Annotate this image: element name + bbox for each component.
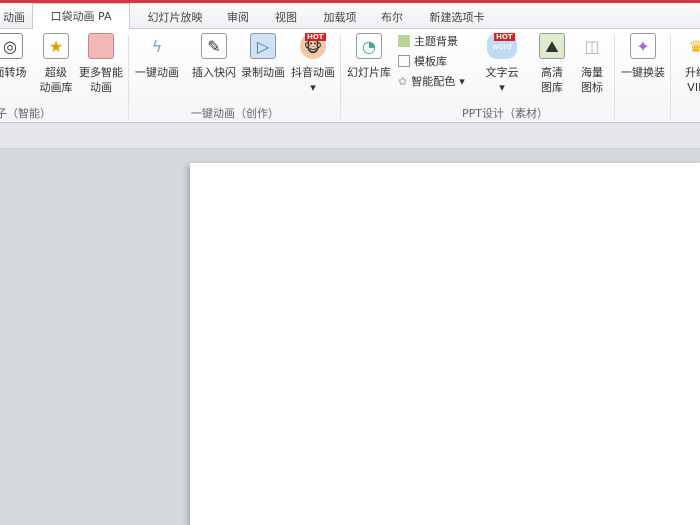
label: 抖音动画: [291, 66, 335, 79]
document-pen-icon: ✎: [201, 33, 227, 59]
ribbon-tabs: 动画 口袋动画 PA 幻灯片放映 审阅 视图 加载项 布尔 新建选项卡: [0, 3, 700, 30]
separator: [128, 35, 129, 119]
icon-library-button[interactable]: ◫ 海量 图标: [572, 33, 612, 95]
tab-boolean[interactable]: 布尔: [372, 7, 412, 29]
tab-review[interactable]: 审阅: [218, 7, 258, 29]
tab-view[interactable]: 视图: [266, 7, 306, 29]
slide-library-button[interactable]: ◔ 幻灯片库: [345, 33, 393, 80]
label: 更多智能 动画: [79, 66, 123, 94]
cube-icon: [88, 33, 114, 59]
label: 智能配色: [411, 75, 456, 88]
template-library-button[interactable]: 模板库: [398, 53, 447, 69]
slides-icon: ◔: [356, 33, 382, 59]
upgrade-vip-button[interactable]: ♛ 升级 VIP: [676, 33, 700, 95]
shapes-icon: ◫: [584, 36, 600, 56]
separator: [670, 35, 671, 119]
magic-wand-icon: ✦: [630, 33, 656, 59]
record-animation-button[interactable]: ▷ 录制动画: [239, 33, 287, 80]
group-label-design: PPT设计（素材）: [462, 107, 548, 120]
tab-animation[interactable]: 动画: [0, 7, 28, 29]
separator: [614, 35, 615, 119]
super-animation-library-button[interactable]: ★ 超级 动画库: [38, 33, 74, 95]
crown-icon: ♛: [688, 36, 700, 56]
tab-new[interactable]: 新建选项卡: [422, 7, 492, 29]
smart-color-button[interactable]: ✿ 智能配色 ▾: [398, 73, 465, 89]
more-smart-animation-button[interactable]: 更多智能 动画: [76, 33, 126, 95]
douyin-animation-button[interactable]: 🐵 抖音动画 ▾: [289, 33, 337, 95]
one-click-change-button[interactable]: ✦ 一键换装: [618, 33, 668, 80]
dropdown-arrow-icon: ▾: [310, 81, 316, 94]
slide-canvas[interactable]: [190, 163, 700, 525]
label: 高清 图库: [541, 66, 563, 94]
template-icon: [398, 55, 410, 67]
label: 超级 动画库: [39, 66, 73, 94]
label: 幻灯片库: [347, 66, 391, 79]
video-icon: ▷: [250, 33, 276, 59]
word-cloud-button[interactable]: word 文字云 ▾: [480, 33, 524, 95]
picture-icon: ⛰: [539, 33, 565, 59]
image-icon: [398, 35, 410, 47]
label: 海量 图标: [581, 66, 603, 94]
palette-icon: ✿: [398, 74, 408, 88]
label: 一键换装: [621, 66, 665, 79]
label: 插入快闪: [192, 66, 236, 79]
label: 主题背景: [414, 35, 458, 48]
star-icon: ★: [43, 33, 69, 59]
label: 文字云: [485, 66, 519, 79]
label: 面转场: [0, 66, 27, 79]
monitor-icon: ◎: [0, 33, 23, 59]
lightning-icon: ϟ: [151, 36, 163, 56]
group-label-create: 一键动画（创作）: [191, 107, 279, 120]
group-label-smart: 子（智能）: [0, 107, 51, 120]
tab-addins[interactable]: 加载项: [315, 7, 365, 29]
one-click-animation-button[interactable]: ϟ 一键动画: [133, 33, 181, 80]
ribbon: ◎ 面转场 ★ 超级 动画库 更多智能 动画 子（智能） ϟ 一键动画 ✎ 插入快闪 ▷…: [0, 29, 700, 123]
hd-gallery-button[interactable]: ⛰ 高清 图库: [532, 33, 572, 95]
label: 模板库: [414, 55, 447, 68]
transition-button[interactable]: ◎ 面转场: [0, 33, 28, 80]
dropdown-arrow-icon: ▾: [499, 81, 505, 94]
insert-flash-button[interactable]: ✎ 插入快闪: [190, 33, 238, 80]
label: 升级 VIP: [685, 66, 700, 94]
tab-slideshow[interactable]: 幻灯片放映: [140, 7, 210, 29]
separator: [340, 35, 341, 119]
hot-badge: HOT: [494, 33, 515, 41]
dropdown-arrow-icon: ▾: [459, 74, 465, 88]
ruler-band: [0, 123, 700, 149]
hot-badge: HOT: [305, 33, 326, 41]
label: 一键动画: [135, 66, 179, 79]
theme-background-button[interactable]: 主题背景: [398, 33, 458, 49]
label: 录制动画: [241, 66, 285, 79]
tab-pocket-animation[interactable]: 口袋动画 PA: [32, 3, 130, 30]
